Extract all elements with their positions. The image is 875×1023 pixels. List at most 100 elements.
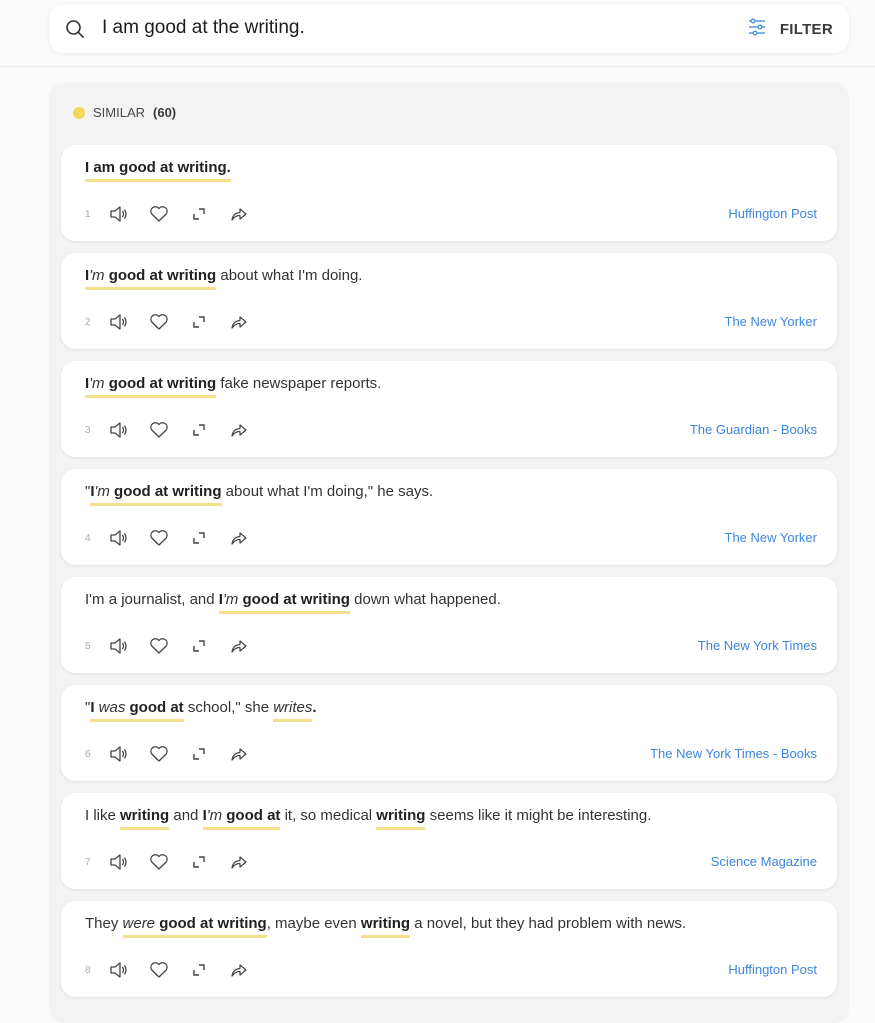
expand-icon[interactable]	[189, 744, 209, 764]
result-actions: 4	[85, 528, 269, 548]
speaker-icon[interactable]	[109, 204, 129, 224]
result-card: I like writing and I'm good at it, so me…	[61, 793, 837, 889]
source-link[interactable]: The Guardian - Books	[690, 422, 817, 437]
heart-icon[interactable]	[149, 744, 169, 764]
sentence-text: They	[85, 915, 123, 932]
search-icon[interactable]	[65, 19, 85, 39]
expand-icon[interactable]	[189, 852, 209, 872]
share-icon[interactable]	[229, 636, 249, 656]
result-card: I am good at writing. 1 Huffington Post	[61, 145, 837, 241]
expand-icon[interactable]	[189, 312, 209, 332]
heart-icon[interactable]	[149, 636, 169, 656]
speaker-icon[interactable]	[109, 852, 129, 872]
highlighted-phrase: good at writing	[104, 267, 217, 290]
result-index: 4	[85, 532, 91, 544]
expand-icon[interactable]	[189, 636, 209, 656]
result-index: 8	[85, 964, 91, 976]
sentence-text: .	[312, 699, 317, 716]
highlighted-phrase: were	[122, 915, 156, 938]
speaker-icon[interactable]	[109, 960, 129, 980]
result-actions: 6	[85, 744, 269, 764]
share-icon[interactable]	[229, 852, 249, 872]
source-link[interactable]: The New York Times - Books	[650, 746, 817, 761]
heart-icon[interactable]	[149, 420, 169, 440]
sentence-text: , maybe even	[266, 915, 361, 932]
highlighted-phrase: 'm	[222, 591, 239, 614]
highlighted-phrase: 'm	[89, 267, 105, 290]
speaker-icon[interactable]	[109, 636, 129, 656]
result-index: 5	[85, 640, 91, 652]
result-card: They were good at writing, maybe even wr…	[61, 901, 837, 997]
filter-label: FILTER	[779, 20, 833, 38]
sentence-text: about what I'm doing," he says.	[221, 483, 434, 500]
speaker-icon[interactable]	[109, 744, 129, 764]
sentence-text: I'm a journalist, and	[85, 591, 219, 608]
status-dot-icon	[73, 106, 85, 119]
result-card: I'm good at writing about what I'm doing…	[61, 253, 837, 349]
sentence-text: school," she	[183, 699, 274, 716]
speaker-icon[interactable]	[109, 420, 129, 440]
highlighted-phrase: writing	[120, 807, 170, 830]
sentence-text: about what I'm doing.	[216, 267, 363, 284]
expand-icon[interactable]	[189, 960, 209, 980]
share-icon[interactable]	[229, 420, 249, 440]
result-index: 7	[85, 856, 91, 868]
search-bar: FILTER	[49, 4, 849, 53]
filter-button[interactable]: FILTER	[748, 15, 833, 43]
source-link[interactable]: Huffington Post	[728, 206, 817, 221]
heart-icon[interactable]	[149, 312, 169, 332]
highlighted-phrase: good at writing	[238, 591, 350, 614]
share-icon[interactable]	[229, 204, 249, 224]
share-icon[interactable]	[229, 744, 249, 764]
result-count: (60)	[153, 105, 177, 120]
result-card: I'm good at writing fake newspaper repor…	[61, 361, 837, 457]
expand-icon[interactable]	[189, 420, 209, 440]
sentence-text: and	[169, 807, 203, 824]
share-icon[interactable]	[229, 528, 249, 548]
sliders-icon	[748, 18, 766, 41]
section-label: SIMILAR	[93, 105, 146, 120]
highlighted-phrase: I	[90, 699, 95, 722]
top-bar: FILTER	[0, 0, 875, 67]
sentence-text: seems like it might be interesting.	[425, 807, 652, 824]
highlighted-phrase: was	[94, 699, 126, 722]
speaker-icon[interactable]	[109, 528, 129, 548]
result-sentence: I'm good at writing fake newspaper repor…	[85, 373, 817, 398]
expand-icon[interactable]	[189, 204, 209, 224]
expand-icon[interactable]	[189, 528, 209, 548]
result-actions: 2	[85, 312, 269, 332]
highlighted-phrase: good at writing	[104, 375, 217, 398]
result-card: "I was good at school," she writes. 6 Th…	[61, 685, 837, 781]
highlighted-phrase: writing	[360, 915, 411, 938]
result-index: 6	[85, 748, 91, 760]
speaker-icon[interactable]	[109, 312, 129, 332]
share-icon[interactable]	[229, 312, 249, 332]
result-actions: 5	[85, 636, 269, 656]
sentence-text: down what happened.	[349, 591, 501, 608]
search-input[interactable]	[102, 12, 702, 44]
highlighted-phrase: 'm	[94, 483, 110, 506]
result-card: "I'm good at writing about what I'm doin…	[61, 469, 837, 565]
highlighted-phrase: good at	[125, 699, 184, 722]
heart-icon[interactable]	[149, 528, 169, 548]
result-actions: 1	[85, 204, 269, 224]
source-link[interactable]: The New York Times	[698, 638, 817, 653]
highlighted-phrase: good at writing	[109, 483, 222, 506]
source-link[interactable]: The New Yorker	[725, 530, 818, 545]
heart-icon[interactable]	[149, 204, 169, 224]
highlighted-phrase: 'm	[206, 807, 223, 830]
result-card: I'm a journalist, and I'm good at writin…	[61, 577, 837, 673]
results-panel: SIMILAR (60) I am good at writing. 1 Huf…	[49, 83, 849, 1023]
highlighted-phrase: good at writing	[155, 915, 267, 938]
heart-icon[interactable]	[149, 852, 169, 872]
source-link[interactable]: Science Magazine	[711, 854, 817, 869]
result-actions: 7	[85, 852, 269, 872]
result-index: 1	[85, 208, 91, 220]
result-sentence: I'm good at writing about what I'm doing…	[85, 265, 817, 290]
result-sentence: I'm a journalist, and I'm good at writin…	[85, 589, 817, 614]
source-link[interactable]: The New Yorker	[725, 314, 818, 329]
share-icon[interactable]	[229, 960, 249, 980]
highlighted-phrase: I	[90, 483, 95, 506]
heart-icon[interactable]	[149, 960, 169, 980]
source-link[interactable]: Huffington Post	[728, 962, 817, 977]
